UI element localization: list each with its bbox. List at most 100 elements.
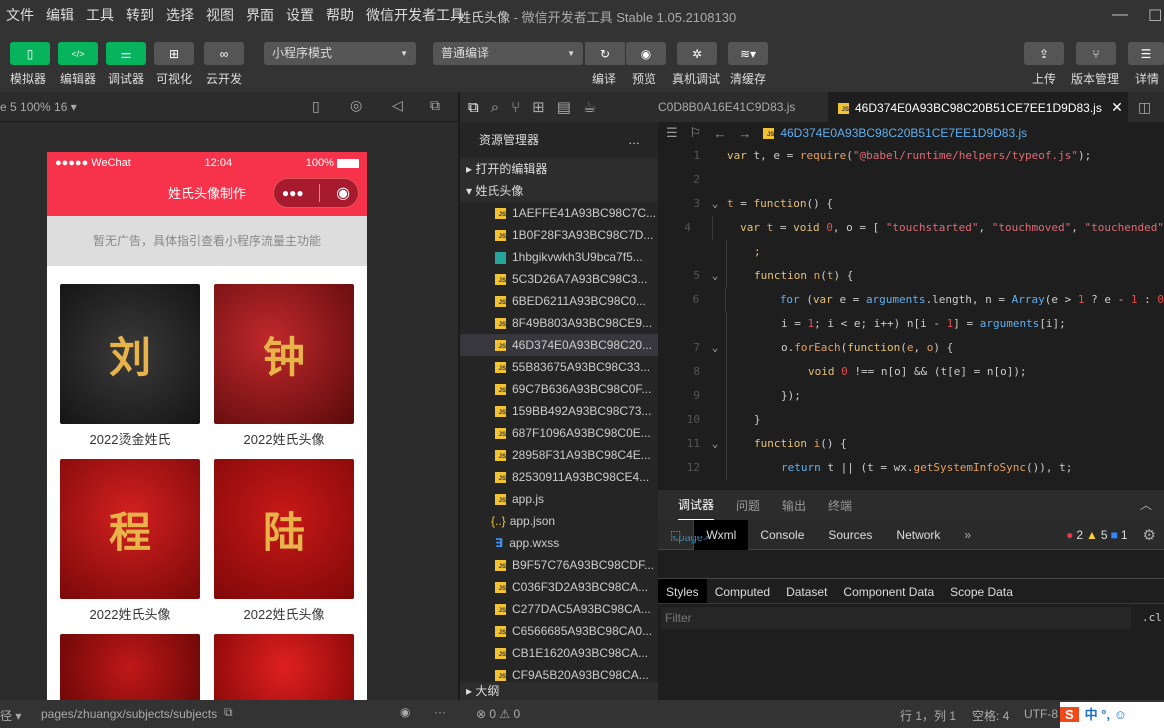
avatar-image[interactable] [214, 634, 354, 700]
file-item[interactable]: JS app.js [460, 488, 658, 510]
menu-item[interactable]: 设置 [280, 5, 320, 25]
avatar-image[interactable] [60, 634, 200, 700]
back-icon[interactable]: ← [713, 126, 726, 141]
storage-icon[interactable]: ▤ [557, 98, 571, 116]
file-item[interactable]: JS 82530911A93BC98CE4... [460, 466, 658, 488]
close-icon[interactable]: ✕ [1111, 99, 1123, 115]
debugger-tab[interactable]: 调试器 [678, 490, 715, 520]
open-editors-section[interactable]: ▸ 打开的编辑器 [460, 158, 658, 180]
source-control-icon[interactable]: ⑂ [511, 99, 520, 116]
compile-mode-select[interactable]: 普通编译 ▼ [433, 42, 583, 65]
style-tab[interactable]: Computed [707, 579, 778, 603]
cloud-button[interactable]: ∞ [204, 42, 244, 65]
record-icon[interactable]: ◎ [350, 97, 362, 114]
project-section[interactable]: ▾ 姓氏头像 [460, 180, 658, 202]
file-item[interactable]: JS 55B83675A93BC98C33... [460, 356, 658, 378]
outline-section[interactable]: ▸ 大纲 [460, 682, 658, 700]
fold-chevron-icon[interactable]: ⌄ [704, 432, 726, 456]
gear-icon[interactable]: ⚙ [1143, 526, 1156, 544]
forward-icon[interactable]: → [738, 126, 751, 141]
file-item[interactable]: JS CB1E1620A93BC98CA... [460, 642, 658, 664]
devtools-tab-network[interactable]: Network [884, 520, 952, 550]
file-item[interactable]: JS 1B0F28F3A93BC98C7D... [460, 224, 658, 246]
tab-active-file[interactable]: JS 46D374E0A93BC98C20B51CE7EE1D9D83.js ✕ [828, 92, 1128, 122]
copy-icon[interactable]: ⧉ [224, 705, 233, 720]
list-icon[interactable]: ☰ [666, 125, 678, 141]
details-button[interactable]: ☰ [1128, 42, 1164, 65]
fold-chevron-icon[interactable]: ⌄ [704, 336, 726, 360]
class-toggle[interactable]: .cl [1142, 604, 1162, 632]
avatar-image[interactable]: 钟 [214, 284, 354, 424]
close-mini-icon[interactable]: ◉ [336, 183, 350, 203]
menu-item[interactable]: 编辑 [40, 5, 80, 25]
extensions-icon[interactable]: ⊞ [532, 98, 545, 116]
menu-item[interactable]: 文件 [0, 5, 40, 25]
debugger-tab[interactable]: 输出 [782, 497, 806, 514]
menu-item[interactable]: 工具 [80, 5, 120, 25]
file-item[interactable]: JS 8F49B803A93BC98CE9... [460, 312, 658, 334]
fold-chevron-icon[interactable]: ⌄ [704, 264, 726, 288]
file-item[interactable]: JS 6BED6211A93BC98C0... [460, 290, 658, 312]
simulator-button[interactable]: ▯ [10, 42, 50, 65]
file-item[interactable]: JS C277DAC5A93BC98CA... [460, 598, 658, 620]
file-item[interactable]: JS 69C7B636A93BC98C0F... [460, 378, 658, 400]
debugger-tab[interactable]: 问题 [736, 497, 760, 514]
avatar-card[interactable]: 陆 2022姓氏头像 [214, 459, 354, 634]
encoding[interactable]: UTF-8 [1024, 707, 1058, 721]
issue-counters[interactable]: ● 2 ▲ 5 ■ 1 ⚙ [1066, 526, 1164, 544]
wxml-tree[interactable]: <page> [672, 536, 709, 544]
file-item[interactable]: JS 159BB492A93BC98C73... [460, 400, 658, 422]
volume-icon[interactable]: ◁ [392, 97, 403, 114]
file-item[interactable]: {..} app.json [460, 510, 658, 532]
file-item[interactable]: JS 1AEFFE41A93BC98C7C... [460, 202, 658, 224]
menu-item[interactable]: 选择 [160, 5, 200, 25]
compile-button[interactable]: ↻ [585, 42, 625, 65]
maximize-button[interactable]: ☐ [1148, 6, 1162, 26]
editor-button[interactable]: </> [58, 42, 98, 65]
breadcrumb-file[interactable]: 46D374E0A93BC98C20B51CE7EE1D9D83.js [780, 126, 1027, 140]
file-item[interactable]: ∃ app.wxss [460, 532, 658, 554]
mode-select[interactable]: 小程序模式 ▼ [264, 42, 416, 65]
inspect-icon[interactable]: ⬚ [658, 519, 695, 550]
upload-button[interactable]: ⇪ [1024, 42, 1064, 65]
style-tab[interactable]: Styles [658, 579, 707, 603]
devtools-tab-sources[interactable]: Sources [816, 520, 884, 550]
styles-filter-input[interactable]: Filter [661, 607, 1131, 629]
cursor-position[interactable]: 行 1，列 1 [900, 707, 956, 724]
devtools-tab-wxml[interactable]: Wxml [694, 519, 749, 550]
avatar-card[interactable]: 程 2022姓氏头像 [60, 459, 200, 634]
problems-summary[interactable]: ⊗ 0 ⚠ 0 [476, 707, 520, 721]
device-select[interactable]: e 5 100% 16 ▾ [0, 100, 77, 114]
menu-item[interactable]: 视图 [200, 5, 240, 25]
file-item[interactable]: JS 46D374E0A93BC98C20... [460, 334, 658, 356]
preview-button[interactable]: ◉ [626, 42, 666, 65]
files-icon[interactable]: ⧉ [468, 99, 479, 116]
more-tabs-icon[interactable]: » [952, 520, 983, 550]
file-item[interactable]: JS 5C3D26A7A93BC98C3... [460, 268, 658, 290]
code-editor[interactable]: ☰ ⚐ ← → JS 46D374E0A93BC98C20B51CE7EE1D9D… [658, 122, 1164, 490]
file-item[interactable]: JS 28958F31A93BC98C4E... [460, 444, 658, 466]
avatar-card[interactable]: 钟 2022姓氏头像 [214, 284, 354, 459]
window-icon[interactable]: ⧉ [430, 97, 440, 114]
debugger-tab[interactable]: 终端 [828, 497, 852, 514]
chevron-up-icon[interactable]: ︿ [1140, 496, 1152, 513]
menu-item[interactable]: 转到 [120, 5, 160, 25]
tab-prev-file[interactable]: C0D8B0A16E41C9D83.js [658, 92, 828, 122]
indentation[interactable]: 空格: 4 [972, 707, 1009, 724]
clear-cache-button[interactable]: ≋▾ [728, 42, 768, 65]
eye-icon[interactable]: ◉ [400, 705, 410, 719]
avatar-image[interactable]: 程 [60, 459, 200, 599]
file-item[interactable]: 1hbgikvwkh3U9bca7f5... [460, 246, 658, 268]
teapot-icon[interactable]: ☕ [583, 98, 596, 116]
style-tab[interactable]: Scope Data [942, 579, 1021, 603]
path-select[interactable]: 径 ▾ [0, 707, 21, 724]
style-tab[interactable]: Component Data [835, 579, 942, 603]
more-icon[interactable]: ··· [434, 705, 446, 719]
avatar-image[interactable]: 陆 [214, 459, 354, 599]
menu-item[interactable]: 界面 [240, 5, 280, 25]
remote-debug-button[interactable]: ✲ [677, 42, 717, 65]
minimize-button[interactable]: — [1112, 6, 1128, 24]
ime-toolbar[interactable]: S 中 °, ☺ [1060, 702, 1164, 728]
avatar-card[interactable] [60, 634, 200, 700]
search-icon[interactable]: ⌕ [491, 99, 499, 116]
